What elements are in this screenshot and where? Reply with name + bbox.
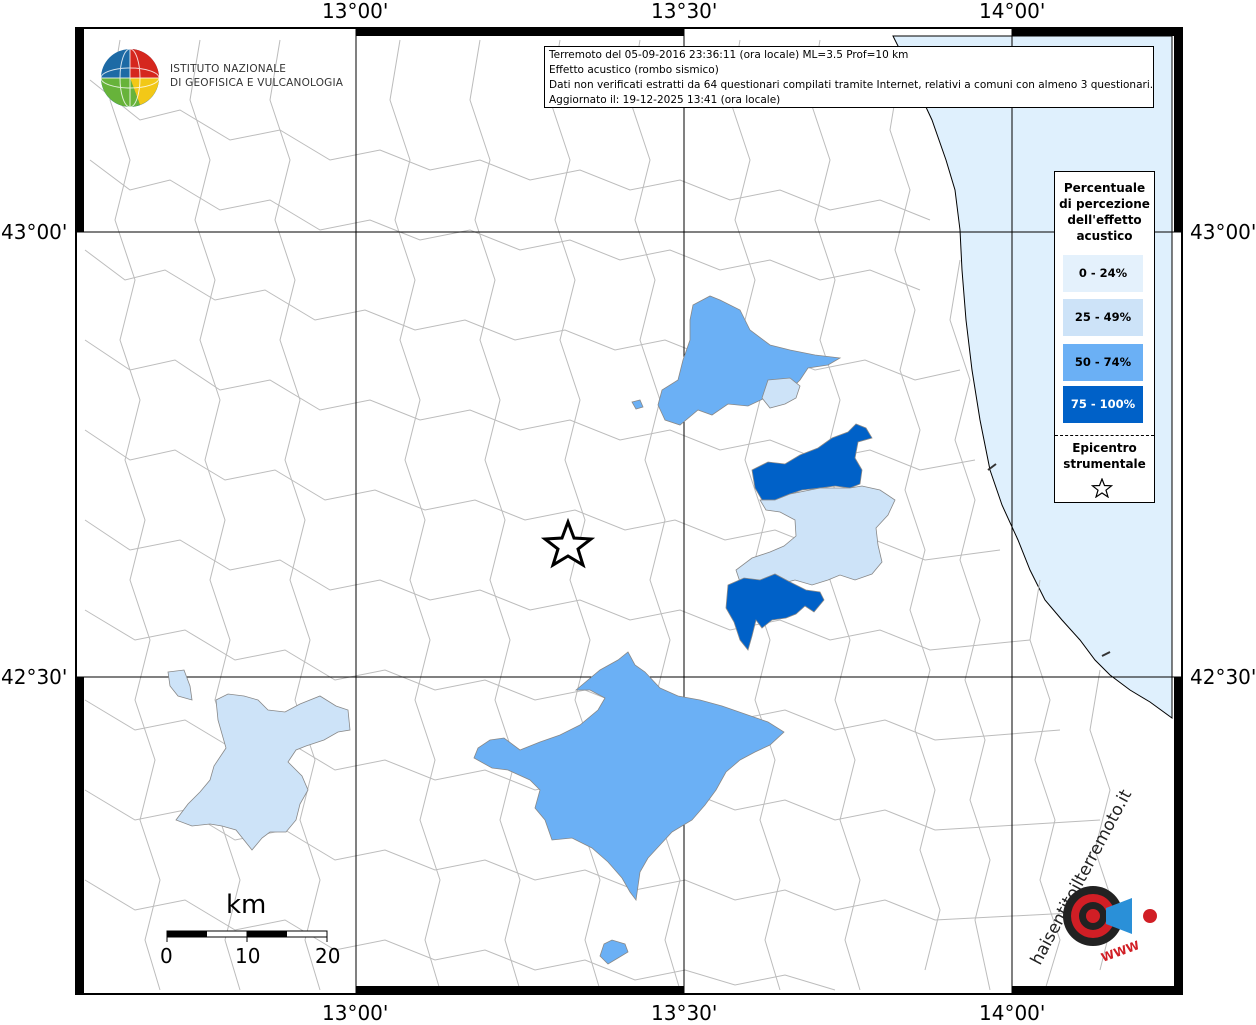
scale-tick-20: 20 — [315, 944, 341, 968]
legend-title-line1: Percentuale — [1063, 181, 1146, 195]
event-info-box: Terremoto del 05-09-2016 23:36:11 (ora l… — [544, 46, 1154, 108]
event-info-line3: Dati non verificati estratti da 64 quest… — [549, 79, 1154, 91]
institute-name-line1: ISTITUTO NAZIONALE — [170, 63, 287, 75]
event-info-line2: Effetto acustico (rombo sismico) — [549, 64, 719, 76]
institute-name: ISTITUTO NAZIONALE DI GEOFISICA E VULCAN… — [170, 62, 343, 90]
intensity-map: haisentitoilterremoto.it WWW — [75, 27, 1183, 995]
legend-class-25-49: 25 - 49% — [1063, 299, 1143, 336]
legend: Percentuale di percezione dell'effetto a… — [1054, 171, 1155, 503]
legend-epicenter-label: Epicentro strumentale — [1055, 440, 1154, 472]
lon-label-top-1330: 13°30' — [651, 0, 718, 23]
lon-label-top-1300: 13°00' — [322, 0, 389, 23]
legend-class-0-24: 0 - 24% — [1063, 255, 1143, 292]
lat-label-left-4230: 42°30' — [1, 665, 68, 689]
lon-label-bottom-1330: 13°30' — [651, 1001, 718, 1025]
legend-title-line2: di percezione — [1059, 197, 1150, 211]
lon-label-top-1400: 14°00' — [979, 0, 1046, 23]
legend-star-icon — [1091, 478, 1113, 498]
scale-tick-0: 0 — [160, 944, 173, 968]
legend-title-line4: acustico — [1076, 229, 1133, 243]
lon-label-bottom-1300: 13°00' — [322, 1001, 389, 1025]
institute-name-line2: DI GEOFISICA E VULCANOLOGIA — [170, 77, 344, 89]
lat-label-right-4300: 43°00' — [1190, 220, 1256, 244]
legend-epicenter-line1: Epicentro — [1072, 441, 1137, 455]
event-info-line1: Terremoto del 05-09-2016 23:36:11 (ora l… — [549, 49, 909, 61]
scale-unit: km — [226, 890, 267, 920]
legend-title-line3: dell'effetto — [1067, 213, 1142, 227]
ingv-logo-icon — [100, 48, 160, 108]
legend-epicenter-line2: strumentale — [1063, 457, 1146, 471]
lat-label-left-4300: 43°00' — [1, 220, 68, 244]
event-info-line4: Aggiornato il: 19-12-2025 13:41 (ora loc… — [549, 94, 781, 106]
scale-tick-10: 10 — [235, 944, 261, 968]
legend-title: Percentuale di percezione dell'effetto a… — [1055, 180, 1154, 244]
legend-separator — [1055, 435, 1154, 436]
lat-label-right-4230: 42°30' — [1190, 665, 1256, 689]
legend-class-75-100: 75 - 100% — [1063, 386, 1143, 423]
legend-class-50-74: 50 - 74% — [1063, 344, 1143, 381]
lon-label-bottom-1400: 14°00' — [979, 1001, 1046, 1025]
